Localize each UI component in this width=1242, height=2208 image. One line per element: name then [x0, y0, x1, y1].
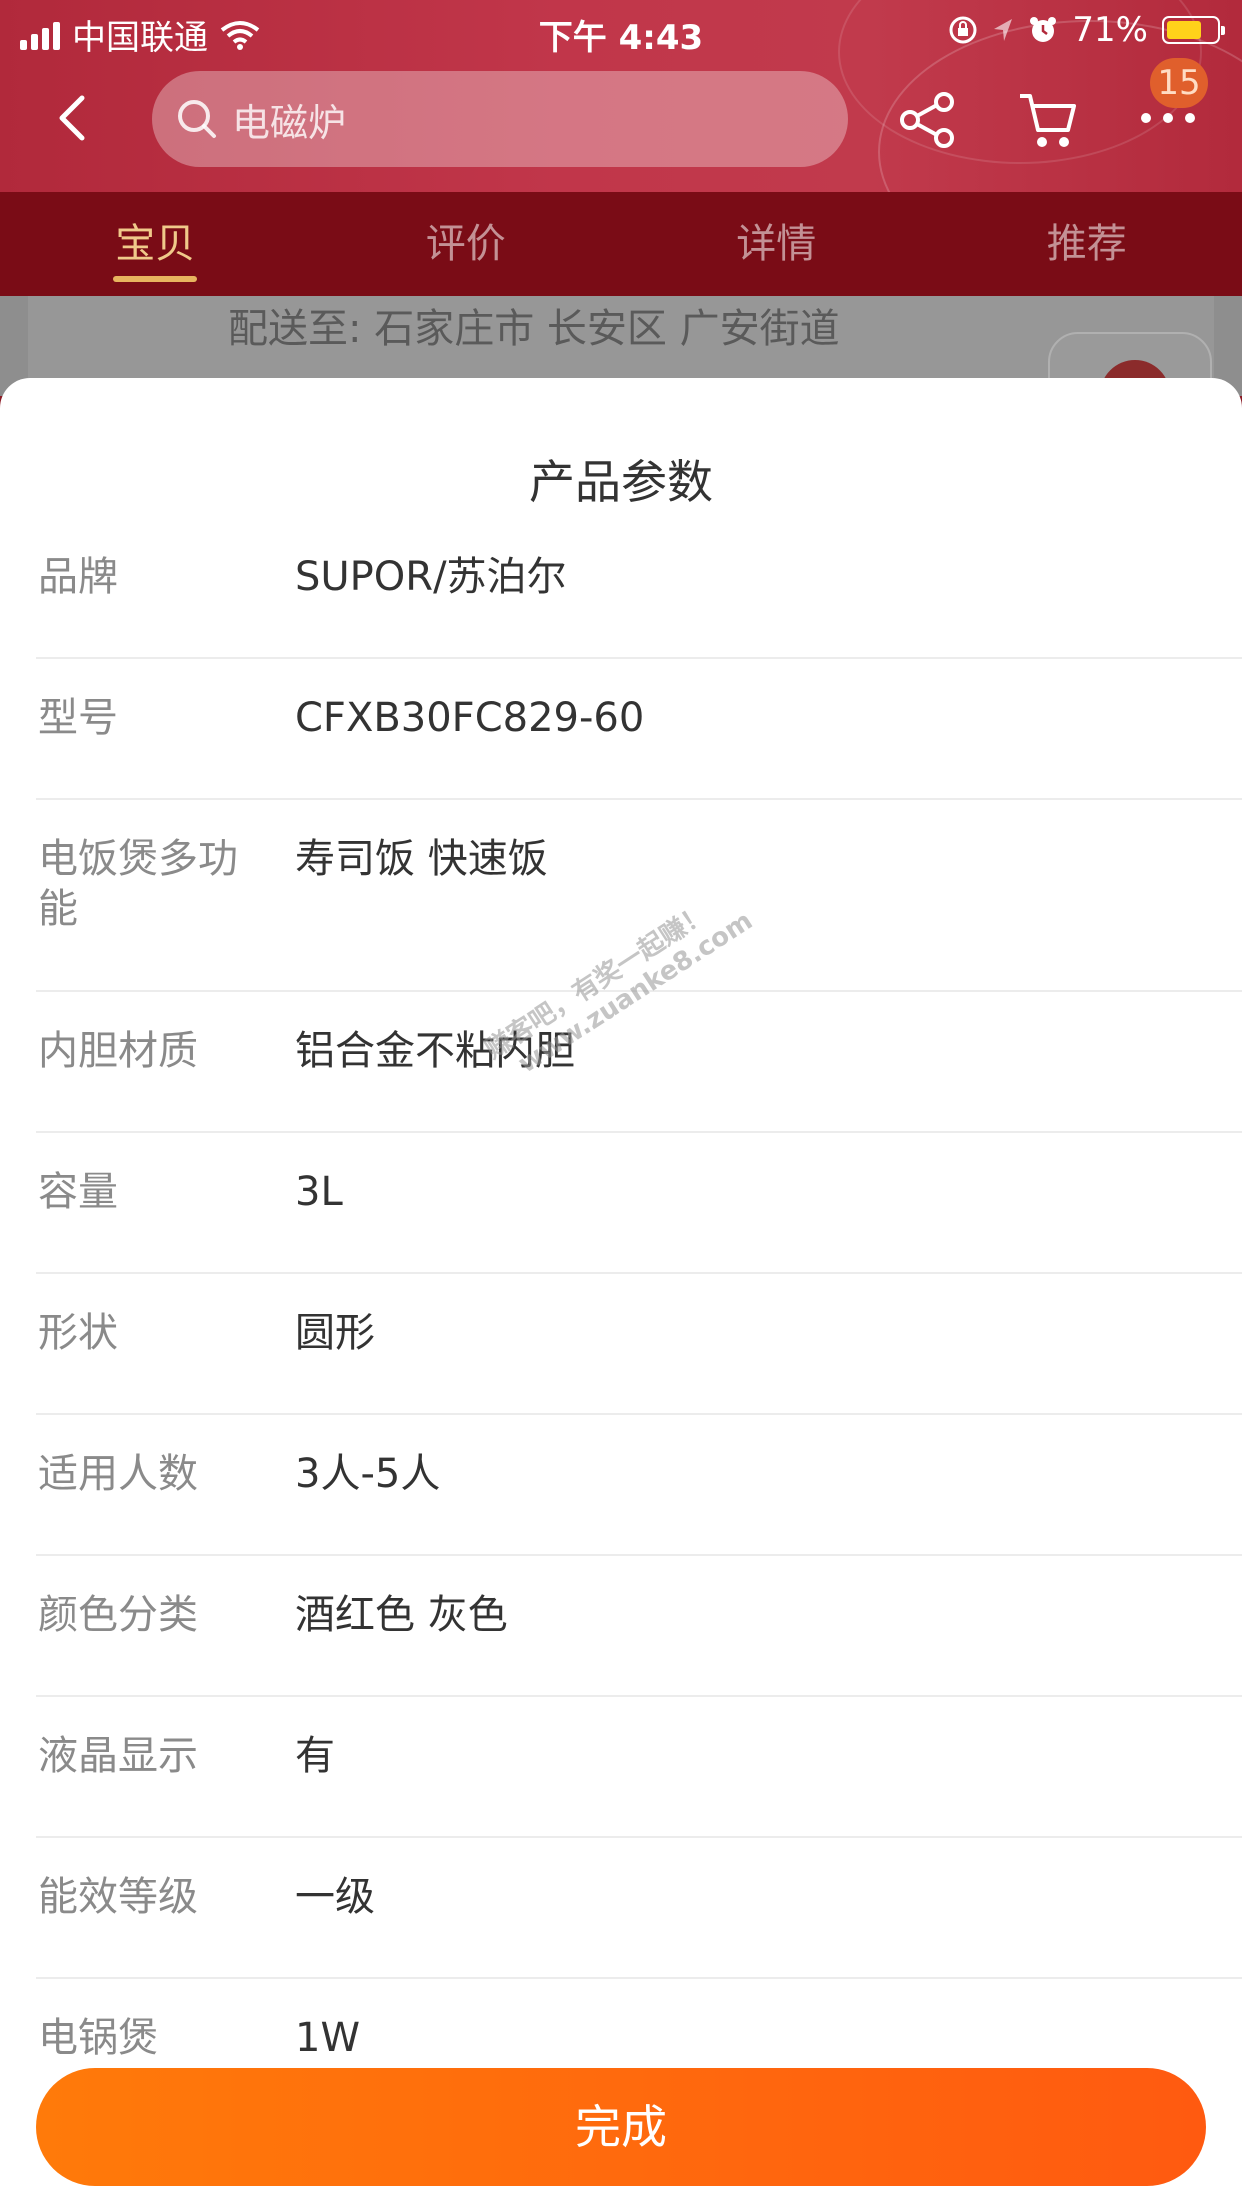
- param-key: 品牌: [38, 554, 118, 600]
- param-row: 形状 圆形: [36, 1274, 1242, 1415]
- alarm-icon: [1030, 17, 1057, 42]
- tab-recommend[interactable]: 推荐: [932, 192, 1242, 296]
- tab-item[interactable]: 宝贝: [0, 192, 311, 296]
- done-button[interactable]: 完成: [36, 2068, 1206, 2186]
- param-row: 内胆材质 铝合金不粘内胆: [36, 992, 1242, 1133]
- param-row: 颜色分类 酒红色 灰色: [36, 1556, 1242, 1697]
- param-value: CFXB30FC829-60: [295, 695, 645, 741]
- param-key: 容量: [38, 1169, 118, 1215]
- search-bar[interactable]: 电磁炉: [152, 71, 848, 167]
- param-key: 形状: [38, 1310, 118, 1356]
- product-params-sheet: 产品参数 品牌 SUPOR/苏泊尔 型号 CFXB30FC829-60 电饭煲多…: [0, 378, 1242, 2208]
- param-value: 3L: [295, 1169, 343, 1215]
- navigation-row: 电磁炉 15: [0, 58, 1242, 178]
- param-value: 酒红色 灰色: [295, 1592, 508, 1638]
- param-value: 寿司饭 快速饭: [295, 836, 548, 882]
- param-key: 型号: [38, 695, 118, 741]
- param-key: 液晶显示: [38, 1733, 198, 1779]
- share-icon[interactable]: [896, 88, 960, 152]
- param-value: 有: [295, 1733, 335, 1779]
- param-row: 品牌 SUPOR/苏泊尔: [36, 518, 1242, 659]
- param-key: 内胆材质: [38, 1028, 198, 1074]
- tab-details[interactable]: 详情: [621, 192, 932, 296]
- param-value: SUPOR/苏泊尔: [295, 554, 567, 600]
- status-bar: 中国联通 下午 4:43 71%: [0, 0, 1242, 62]
- back-button[interactable]: [44, 88, 104, 148]
- param-row: 型号 CFXB30FC829-60: [36, 659, 1242, 800]
- params-list: 品牌 SUPOR/苏泊尔 型号 CFXB30FC829-60 电饭煲多功能 寿司…: [0, 518, 1242, 2120]
- param-value: 圆形: [295, 1310, 375, 1356]
- param-key: 电饭煲多功能: [38, 836, 238, 932]
- delivery-address: 配送至: 石家庄市 长安区 广安街道: [228, 306, 840, 352]
- tab-bar: 宝贝 评价 详情 推荐: [0, 192, 1242, 296]
- param-value: 一级: [295, 1874, 375, 1920]
- battery-percentage: 71%: [1072, 10, 1148, 50]
- cart-count-badge: 15: [1150, 58, 1208, 108]
- top-header: 中国联通 下午 4:43 71% 电磁炉 15: [0, 0, 1242, 284]
- battery-icon: [1162, 16, 1225, 44]
- param-row: 容量 3L: [36, 1133, 1242, 1274]
- search-query: 电磁炉: [232, 100, 347, 145]
- param-key: 适用人数: [38, 1451, 198, 1497]
- param-value: 1W: [295, 2015, 360, 2061]
- tab-reviews[interactable]: 评价: [311, 192, 622, 296]
- cart-icon[interactable]: [1016, 88, 1080, 152]
- param-key: 能效等级: [38, 1874, 198, 1920]
- param-row: 能效等级 一级: [36, 1838, 1242, 1979]
- param-key: 电锅煲: [38, 2015, 158, 2061]
- rotation-lock-icon: [949, 16, 977, 44]
- param-row: 适用人数 3人-5人: [36, 1415, 1242, 1556]
- param-value: 3人-5人: [295, 1451, 441, 1497]
- location-arrow-icon: [994, 19, 1013, 41]
- search-icon: [178, 100, 216, 138]
- param-row: 液晶显示 有: [36, 1697, 1242, 1838]
- sheet-title: 产品参数: [529, 455, 713, 509]
- param-key: 颜色分类: [38, 1592, 198, 1638]
